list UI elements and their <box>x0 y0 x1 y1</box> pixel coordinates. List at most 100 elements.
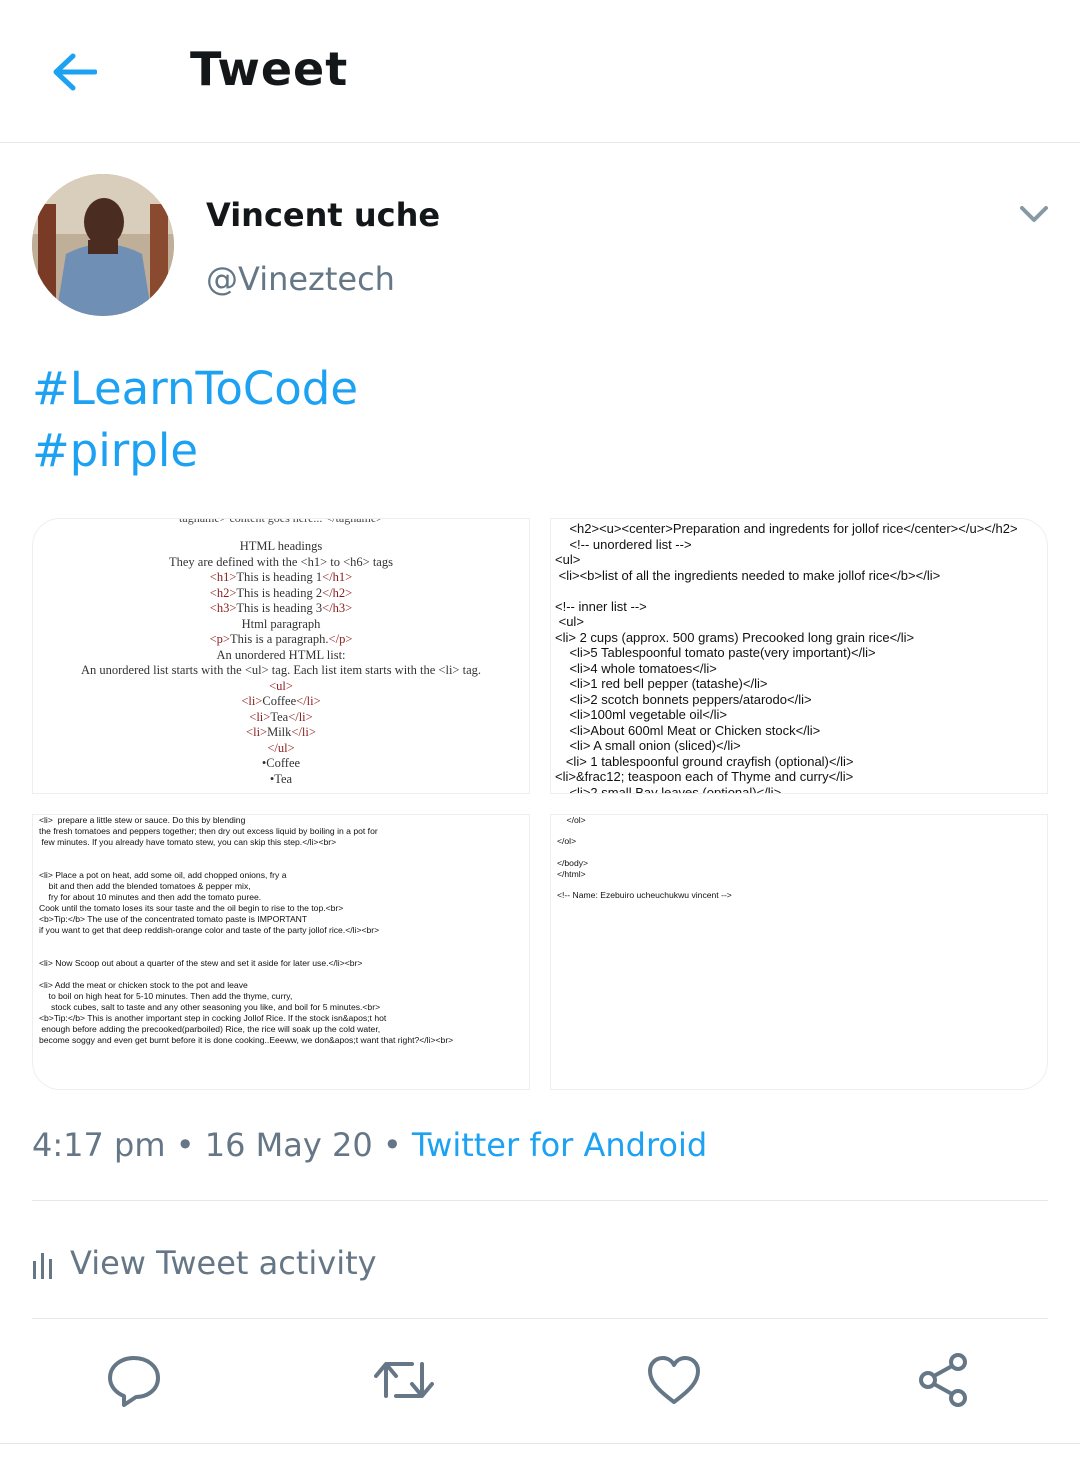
view-activity-label: View Tweet activity <box>70 1244 377 1282</box>
html-tag-text: </li> <box>288 709 313 724</box>
tweet-source-link[interactable]: Twitter for Android <box>412 1126 707 1164</box>
avatar[interactable] <box>32 174 174 316</box>
divider <box>32 1318 1048 1319</box>
author-handle[interactable]: @Vineztech <box>206 260 395 298</box>
retweet-button[interactable] <box>374 1350 434 1410</box>
code-line: </ol> <box>557 815 586 825</box>
media-image-4[interactable]: </ol> </ol> </body> </html> <!-- Name: Ez… <box>550 814 1048 1090</box>
document-line: <ul> <box>33 679 529 695</box>
html-tag-text: <h1> <box>209 570 237 584</box>
chevron-down-icon <box>1020 206 1048 222</box>
html-tag-text: </li> <box>296 694 321 708</box>
media-image-2[interactable]: <h2><u><center>Preparation and ingredent… <box>550 518 1048 794</box>
code-line: </body> <box>557 857 589 868</box>
code-line: <!-- unordered list --> <box>555 536 692 552</box>
code-line: <ul> <box>555 552 581 567</box>
cut-text: tagname> content goes here... </tagname> <box>179 518 383 525</box>
code-line: become soggy and even get burnt before i… <box>39 1035 454 1045</box>
share-button[interactable] <box>914 1350 974 1410</box>
code-line: <li> Place a pot on heat, add some oil, … <box>39 870 287 880</box>
document-line: <h2>This is heading 2</h2> <box>33 586 529 602</box>
document-line: <li>Coffee</li> <box>33 694 529 710</box>
html-tag-text: </h2> <box>322 585 353 600</box>
code-line: the fresh tomatoes and peppers together;… <box>39 826 378 836</box>
code-line: </ol> <box>557 836 577 847</box>
code-line: <b>Tip:</b> The use of the concentrated … <box>39 914 308 924</box>
code-line: <ul> <box>555 614 584 629</box>
code-line: <li>100ml vegetable oil</li> <box>555 707 727 722</box>
document-line: An unordered HTML list: <box>33 648 529 664</box>
html-tag-text: </h3> <box>322 601 353 615</box>
document-line: HTML headings <box>33 539 529 555</box>
document-text: They are defined with the <h1> to <h6> t… <box>169 554 393 569</box>
code-preview: </ol> </ol> </body> </html> <!-- Name: Ez… <box>551 815 1047 901</box>
code-line: <li>&frac12; teaspoon each of Thyme and … <box>555 769 854 784</box>
document-text: Coffee <box>262 694 297 708</box>
code-line: enough before adding the precooked(parbo… <box>39 1024 381 1034</box>
media-image-3[interactable]: <li> prepare a little stew or sauce. Do … <box>32 814 530 1090</box>
reply-button[interactable] <box>104 1350 164 1410</box>
document-line: <p>This is a paragraph.</p> <box>33 632 529 648</box>
page-title: Tweet <box>190 42 349 96</box>
divider <box>0 1443 1080 1444</box>
top-bar: Tweet <box>0 0 1080 143</box>
retweet-icon <box>374 1362 434 1398</box>
html-document-preview: HTML headings They are defined with the <… <box>33 519 529 787</box>
document-line: Html paragraph <box>33 617 529 633</box>
html-tag-text: </h1> <box>322 570 353 584</box>
code-line: <li> Now Scoop out about a quarter of th… <box>39 958 363 968</box>
like-button[interactable] <box>644 1350 704 1410</box>
document-text: Html paragraph <box>241 616 321 631</box>
media-grid: tagname> content goes here... </tagname>… <box>32 518 1048 1090</box>
html-tag-text: <li> <box>249 709 271 724</box>
share-icon <box>919 1353 967 1407</box>
separator: • <box>372 1126 412 1164</box>
code-line: <li>2 scotch bonnets peppers/atarodo</li… <box>555 691 812 707</box>
code-line: </html> <box>557 868 586 879</box>
code-line: fry for about 10 minutes and then add th… <box>39 892 262 902</box>
html-tag-text: </ul> <box>267 740 295 755</box>
code-line: <b>Tip:</b> This is another important st… <box>39 1013 387 1023</box>
document-text: An unordered list starts with the <ul> t… <box>80 663 481 677</box>
code-line: Cook until the tomato loses its sour tas… <box>39 903 344 913</box>
code-line: few minutes. If you already have tomato … <box>39 837 337 847</box>
document-text: •Tea <box>269 771 293 786</box>
document-text: Tea <box>270 709 289 724</box>
avatar-photo <box>32 174 174 316</box>
code-line: bit and then add the blended tomatoes & … <box>39 881 251 891</box>
html-tag-text: </p> <box>328 632 353 646</box>
author-name[interactable]: Vincent uche <box>206 196 440 234</box>
code-line: <!-- inner list --> <box>555 598 647 614</box>
document-text: This is a paragraph. <box>229 632 329 646</box>
tweet-text: #LearnToCode #pirple <box>32 358 358 482</box>
code-line: to boil on high heat for 5-10 minutes. T… <box>39 991 293 1001</box>
arrow-left-icon <box>53 53 97 91</box>
document-text: This is heading 2 <box>236 585 323 600</box>
code-line: <li> 2 cups (approx. 500 grams) Precooke… <box>555 629 915 645</box>
html-tag-text: </li> <box>291 725 316 739</box>
code-line: <li>5 Tablespoonful tomato paste(very im… <box>555 645 876 660</box>
separator: • <box>165 1126 205 1164</box>
view-activity-button[interactable]: View Tweet activity <box>32 1240 377 1286</box>
html-tag-text: <li> <box>246 725 268 739</box>
code-line: if you want to get that deep reddish-ora… <box>39 925 380 935</box>
hashtag-link[interactable]: #pirple <box>32 420 358 482</box>
more-options-button[interactable] <box>1012 196 1056 232</box>
document-text: •Coffee <box>261 756 301 770</box>
code-line: <li>4 whole tomatoes</li> <box>555 660 717 676</box>
html-tag-text: <p> <box>209 632 230 646</box>
code-line: <li> Add the meat or chicken stock to th… <box>39 980 248 990</box>
hashtag-link[interactable]: #LearnToCode <box>32 358 358 420</box>
html-tag-text: <li> <box>241 694 263 708</box>
media-image-1[interactable]: tagname> content goes here... </tagname>… <box>32 518 530 794</box>
code-line: <li><b>list of all the ingredients neede… <box>555 567 941 583</box>
document-line: <h1>This is heading 1</h1> <box>33 570 529 586</box>
back-button[interactable] <box>46 44 102 100</box>
tweet-meta: 4:17 pm • 16 May 20 • Twitter for Androi… <box>32 1126 707 1164</box>
divider <box>32 1200 1048 1201</box>
